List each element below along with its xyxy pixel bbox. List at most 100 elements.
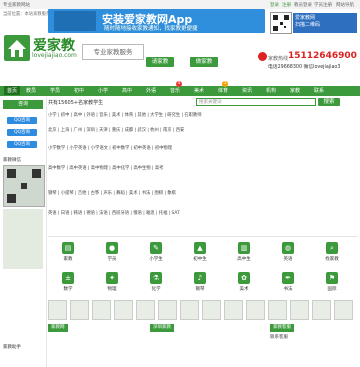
brand-slogan: 专业家教服务 xyxy=(82,44,144,60)
thumb-image-3[interactable] xyxy=(92,300,111,320)
left-sidebar: 咨询 QQ咨询 QQ咨询 QQ咨询 家教微信 xyxy=(0,97,47,367)
category-row-3[interactable]: 小学数学 | 小学英语 | 小学语文 | 初中数学 | 初中英语 | 初中物理 xyxy=(48,145,172,151)
sidebar-qr-caption: 家教微信 xyxy=(3,158,21,163)
flag-icon: ⚑ xyxy=(326,272,338,284)
grid-item-chemistry[interactable]: ⚗ 化学 xyxy=(136,270,176,296)
flask-icon: ⚗ xyxy=(150,272,162,284)
top-link-tutor-login[interactable]: 教员登录 xyxy=(294,2,312,8)
pencil-icon: ✎ xyxy=(150,242,162,254)
main-nav: 首页 教员 学员 初中 小学 高中 外语 音乐 美术 体育 资讯 机构 家教 联… xyxy=(0,86,360,96)
nav-item-sports[interactable]: 体育 xyxy=(218,87,228,94)
bottom-tab-site[interactable]: 家教网 xyxy=(48,324,68,332)
qq-consult-button-3[interactable]: QQ咨询 xyxy=(7,141,37,148)
user-icon: ● xyxy=(106,242,118,254)
category-row-5[interactable]: 钢琴 | 小提琴 | 吉他 | 古筝 | 声乐 | 舞蹈 | 美术 | 书法 |… xyxy=(48,190,176,196)
nav-item-senior[interactable]: 高中 xyxy=(122,87,132,94)
grid-item-junior[interactable]: ▲ 初中生 xyxy=(180,240,220,266)
grid-item-english[interactable]: ◍ 英语 xyxy=(268,240,308,266)
category-row-1[interactable]: 小学 | 初中 | 高中 | 外语 | 音乐 | 美术 | 体育 | 其他 | … xyxy=(48,112,202,118)
brand-domain: lovejiajiao.com xyxy=(32,52,77,59)
grid-item-art[interactable]: ✿ 美术 xyxy=(224,270,264,296)
banner-subtitle: 随时随地接收家教通知，找家教更便捷 xyxy=(104,26,198,32)
top-link-register[interactable]: 注册 xyxy=(282,2,291,8)
thumb-image-12[interactable] xyxy=(290,300,309,320)
thumb-image-13[interactable] xyxy=(312,300,331,320)
calculator-icon: ± xyxy=(62,272,74,284)
top-link-site-nav[interactable]: 网站导航 xyxy=(336,2,354,8)
grid-item-international[interactable]: ⚑ 国际 xyxy=(312,270,352,296)
hotline-phone: 15112646900 xyxy=(288,51,357,61)
nav-item-students[interactable]: 学员 xyxy=(50,87,60,94)
grid-item-piano[interactable]: ♪ 钢琴 xyxy=(180,270,220,296)
grid-item-student[interactable]: ● 学员 xyxy=(92,240,132,266)
nav-item-tutors[interactable]: 教员 xyxy=(26,87,36,94)
thumb-image-5[interactable] xyxy=(136,300,155,320)
nav-item-art[interactable]: 美术 xyxy=(194,87,204,94)
thumb-image-10[interactable] xyxy=(246,300,265,320)
be-tutor-button[interactable]: 做家教 xyxy=(190,57,218,67)
phone-label: 家教热线 xyxy=(268,56,289,62)
search-input[interactable]: 搜索关键词 xyxy=(196,98,316,106)
sidebar-qr-icon xyxy=(3,165,45,207)
qr-code-icon xyxy=(270,12,292,34)
qq-consult-button-1[interactable]: QQ咨询 xyxy=(7,117,37,124)
bottom-tab-service[interactable]: 家教客服 xyxy=(270,324,294,332)
phone-icon xyxy=(258,52,267,61)
grid-item-physics[interactable]: ✦ 物理 xyxy=(92,270,132,296)
palette-icon: ✿ xyxy=(238,272,250,284)
chart-icon: ▥ xyxy=(238,242,250,254)
service-sub: 联系客服 xyxy=(270,335,288,340)
nav-item-agency[interactable]: 机构 xyxy=(266,87,276,94)
grid-item-tutor[interactable]: ▤ 家教 xyxy=(48,240,88,266)
category-row-2[interactable]: 北京 | 上海 | 广州 | 深圳 | 天津 | 重庆 | 成都 | 武汉 | … xyxy=(48,127,184,133)
thumb-image-6[interactable] xyxy=(158,300,177,320)
sidebar-footer-title: 家教助手 xyxy=(3,345,21,350)
brush-icon: ✒ xyxy=(282,272,294,284)
nav-item-tutoring[interactable]: 家教 xyxy=(290,87,300,94)
top-link-login[interactable]: 登录 xyxy=(270,2,279,8)
brand-logo-icon[interactable] xyxy=(4,35,30,61)
search-button[interactable]: 搜索 xyxy=(318,98,340,106)
find-tutor-button[interactable]: 请家教 xyxy=(146,57,174,67)
search-icon: ⌕ xyxy=(326,242,338,254)
nav-item-language[interactable]: 外语 xyxy=(146,87,156,94)
alt-contact: 电话29668300 微信lovejiajiao3 xyxy=(268,65,341,70)
grid-item-find[interactable]: ⌕ 找家教 xyxy=(312,240,352,266)
thumb-image-2[interactable] xyxy=(70,300,89,320)
qq-consult-button-2[interactable]: QQ咨询 xyxy=(7,129,37,136)
nav-item-junior[interactable]: 初中 xyxy=(74,87,84,94)
nav-item-music[interactable]: 音乐 xyxy=(170,87,180,94)
top-link-student-register[interactable]: 学员注册 xyxy=(314,2,332,8)
music-icon: ♪ xyxy=(194,272,206,284)
atom-icon: ✦ xyxy=(106,272,118,284)
grid-item-senior[interactable]: ▥ 高中生 xyxy=(224,240,264,266)
app-banner[interactable]: 安装爱家教网App 随时随地接收家教通知，找家教更便捷 xyxy=(48,9,265,33)
thumb-image-11[interactable] xyxy=(268,300,287,320)
thumb-image-7[interactable] xyxy=(180,300,199,320)
bottom-tab-shenzhen[interactable]: 深圳家教 xyxy=(150,324,174,332)
nav-badge-1: 4 xyxy=(176,81,182,87)
cap-icon: ▲ xyxy=(194,242,206,254)
category-row-6[interactable]: 英语 | 日语 | 韩语 | 德语 | 法语 | 西班牙语 | 俄语 | 雅思 … xyxy=(48,210,180,216)
nav-item-news[interactable]: 资讯 xyxy=(242,87,252,94)
thumb-image-14[interactable] xyxy=(334,300,353,320)
category-row-4[interactable]: 高中数学 | 高中英语 | 高中物理 | 高中化学 | 高中生物 | 高考 xyxy=(48,165,163,171)
top-bar-text: 专业家教网站 xyxy=(3,3,30,8)
tutor-count: 共有15605+名家教学生 xyxy=(48,100,104,106)
nav-item-contact[interactable]: 联系 xyxy=(314,87,324,94)
grid-item-math[interactable]: ± 数学 xyxy=(48,270,88,296)
thumb-image-1[interactable] xyxy=(48,300,67,320)
phone-graphic xyxy=(54,11,96,31)
grid-item-primary[interactable]: ✎ 小学生 xyxy=(136,240,176,266)
thumb-image-4[interactable] xyxy=(114,300,133,320)
grid-item-calligraphy[interactable]: ✒ 书法 xyxy=(268,270,308,296)
nav-badge-2: 5 xyxy=(222,81,228,87)
sidebar-image xyxy=(3,209,43,269)
nav-item-primary[interactable]: 小学 xyxy=(98,87,108,94)
app-info-box: 爱家教网 扫描二维码 xyxy=(293,13,357,33)
thumb-image-9[interactable] xyxy=(224,300,243,320)
globe-icon: ◍ xyxy=(282,242,294,254)
nav-item-home[interactable]: 首页 xyxy=(4,86,21,95)
thumb-image-8[interactable] xyxy=(202,300,221,320)
sidebar-title: 咨询 xyxy=(3,100,43,109)
